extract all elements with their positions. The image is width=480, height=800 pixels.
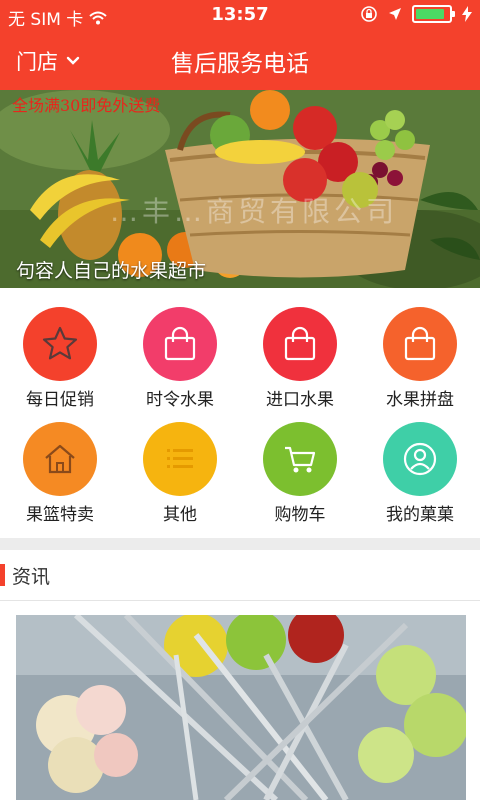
user-icon <box>403 442 437 476</box>
banner-watermark: …丰…商贸有限公司 <box>110 195 399 228</box>
battery-icon <box>412 5 455 23</box>
shopping-bag-icon <box>164 326 196 361</box>
category-icon-circle <box>383 422 457 496</box>
category-icon-circle <box>23 422 97 496</box>
category-imported-fruit[interactable]: 进口水果 <box>240 307 360 417</box>
news-section-header: 资讯 <box>0 550 480 601</box>
category-daily-promo[interactable]: 每日促销 <box>0 307 120 417</box>
list-icon <box>167 449 193 468</box>
page-title[interactable]: 售后服务电话 <box>0 44 480 78</box>
charging-bolt-icon <box>462 6 472 22</box>
category-grid: 每日促销 时令水果 进口水果 水果拼盘 果篮特卖 其他 购物车 我的菓菓 <box>0 288 480 538</box>
category-label: 果篮特卖 <box>26 505 94 525</box>
fruit-bowl-image <box>16 615 466 800</box>
category-other[interactable]: 其他 <box>120 422 240 532</box>
category-icon-circle <box>383 307 457 381</box>
location-arrow-icon <box>389 8 401 20</box>
category-label: 购物车 <box>274 505 326 525</box>
category-label: 我的菓菓 <box>386 505 454 525</box>
category-icon-circle <box>23 307 97 381</box>
category-seasonal-fruit[interactable]: 时令水果 <box>120 307 240 417</box>
news-section-title: 资讯 <box>12 566 51 588</box>
category-fruit-basket-sale[interactable]: 果篮特卖 <box>0 422 120 532</box>
category-label: 每日促销 <box>26 390 94 410</box>
cart-icon <box>285 446 316 473</box>
category-label: 时令水果 <box>146 390 214 410</box>
news-list <box>0 601 480 800</box>
shopping-bag-icon <box>284 326 316 361</box>
category-shopping-cart[interactable]: 购物车 <box>240 422 360 532</box>
news-article-image[interactable] <box>16 615 466 800</box>
status-bar: 无 SIM 卡 13:57 <box>0 0 480 30</box>
promo-banner[interactable]: 全场满30即免外送费 …丰…商贸有限公司 句容人自己的水果超市 <box>0 90 480 288</box>
status-right <box>360 5 472 23</box>
category-label: 水果拼盘 <box>386 390 454 410</box>
category-label: 其他 <box>163 505 197 525</box>
shopping-bag-icon <box>404 326 436 361</box>
category-fruit-platter[interactable]: 水果拼盘 <box>360 307 480 417</box>
section-accent-bar <box>0 564 5 586</box>
category-icon-circle <box>263 422 337 496</box>
banner-promo-text: 全场满30即免外送费 <box>12 96 161 115</box>
category-icon-circle <box>143 307 217 381</box>
rotation-lock-icon <box>361 6 377 22</box>
category-icon-circle <box>263 307 337 381</box>
category-icon-circle <box>143 422 217 496</box>
nav-bar: 门店 售后服务电话 <box>0 30 480 90</box>
home-icon <box>45 444 75 474</box>
category-label: 进口水果 <box>266 390 334 410</box>
category-my-account[interactable]: 我的菓菓 <box>360 422 480 532</box>
star-icon <box>42 326 78 360</box>
banner-caption: 句容人自己的水果超市 <box>16 260 207 282</box>
section-divider <box>0 538 480 550</box>
